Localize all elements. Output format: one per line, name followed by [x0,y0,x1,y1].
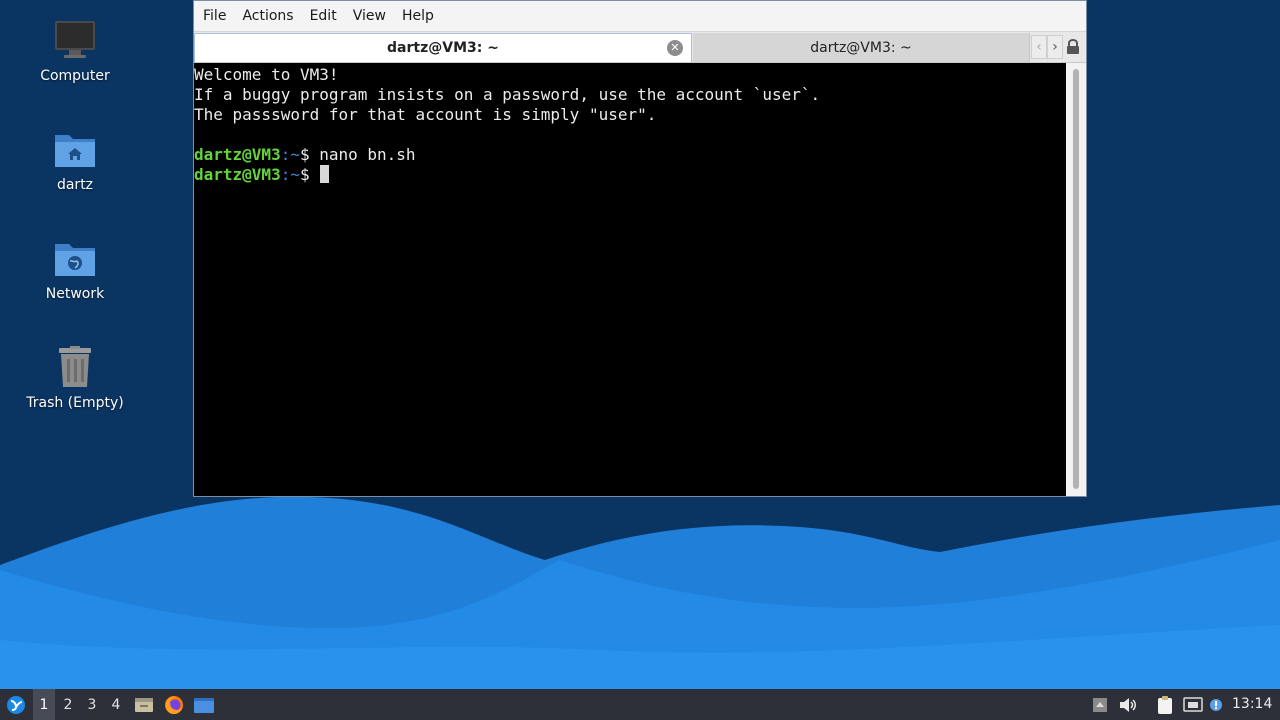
terminal-taskbar-icon[interactable] [192,689,216,720]
text-cursor [320,165,330,183]
menu-bar: File Actions Edit View Help [194,1,1086,31]
prompt-symbol: $ [299,165,320,184]
desktop-icon-label: Computer [40,68,110,84]
desktop-icon-home-folder[interactable]: dartz [20,127,130,193]
prompt-path: :~ [280,165,300,184]
desktop-icon-label: Trash (Empty) [26,395,124,411]
terminal-output[interactable]: Welcome to VM3! If a buggy program insis… [194,63,1066,496]
taskbar: 1 2 3 4 13:14 [0,689,1280,720]
network-folder-icon [53,236,97,280]
home-folder-icon [53,127,97,171]
workspace-4-button[interactable]: 4 [105,689,127,720]
terminal-line: If a buggy program insists on a password… [194,85,821,104]
close-tab-icon[interactable]: ✕ [667,40,683,56]
computer-icon [53,18,97,62]
lock-icon[interactable] [1066,38,1080,55]
workspace-1-button[interactable]: 1 [33,689,55,720]
volume-icon[interactable] [1118,689,1138,720]
prompt-user: dartz@VM3 [194,145,281,164]
terminal-line: The passsword for that account is simply… [194,105,657,124]
prompt-path: :~ [280,145,300,164]
terminal-scrollbar[interactable] [1066,63,1086,496]
menu-file[interactable]: File [196,4,234,28]
prompt-command: nano bn.sh [319,145,416,164]
terminal-window: File Actions Edit View Help dartz@VM3: ~… [193,0,1087,497]
network-status-icon[interactable] [1182,689,1204,720]
terminal-prompt-line: dartz@VM3:~$ nano bn.sh [194,145,1066,165]
desktop-icon-label: Network [45,286,105,302]
update-notifier-icon[interactable] [1208,689,1224,720]
menu-edit[interactable]: Edit [303,4,345,28]
menu-help[interactable]: Help [395,4,442,28]
start-menu-button[interactable] [4,689,28,720]
lubuntu-logo-icon [7,695,25,714]
terminal-prompt-line: dartz@VM3:~$ [194,165,1066,185]
scrollbar-thumb[interactable] [1073,69,1079,489]
show-desktop-icon[interactable] [133,689,155,720]
tab-inactive[interactable]: dartz@VM3: ~ [693,33,1030,62]
clock[interactable]: 13:14 [1232,689,1272,720]
prompt-user: dartz@VM3 [194,165,281,184]
workspace-2-button[interactable]: 2 [57,689,79,720]
tab-active[interactable]: dartz@VM3: ~ ✕ [194,33,692,62]
firefox-icon[interactable] [163,689,185,720]
prompt-symbol: $ [299,145,320,164]
tab-title: dartz@VM3: ~ [387,40,499,56]
menu-actions[interactable]: Actions [235,4,301,28]
tray-expand-icon[interactable] [1091,689,1109,720]
tab-title: dartz@VM3: ~ [810,39,912,56]
tab-scroll-left-icon[interactable]: ‹ [1031,35,1047,59]
desktop-icon-computer[interactable]: Computer [20,18,130,84]
tab-bar: dartz@VM3: ~ ✕ dartz@VM3: ~ ‹ › [194,31,1086,63]
clipboard-icon[interactable] [1155,689,1175,720]
desktop-icon-network[interactable]: Network [20,236,130,302]
desktop-icon-trash[interactable]: Trash (Empty) [20,345,130,411]
menu-view[interactable]: View [346,4,394,28]
terminal-line: Welcome to VM3! [194,65,339,84]
trash-icon [53,345,97,389]
desktop-icon-label: dartz [56,177,94,193]
workspace-3-button[interactable]: 3 [81,689,103,720]
tab-scroll-right-icon[interactable]: › [1047,35,1063,59]
